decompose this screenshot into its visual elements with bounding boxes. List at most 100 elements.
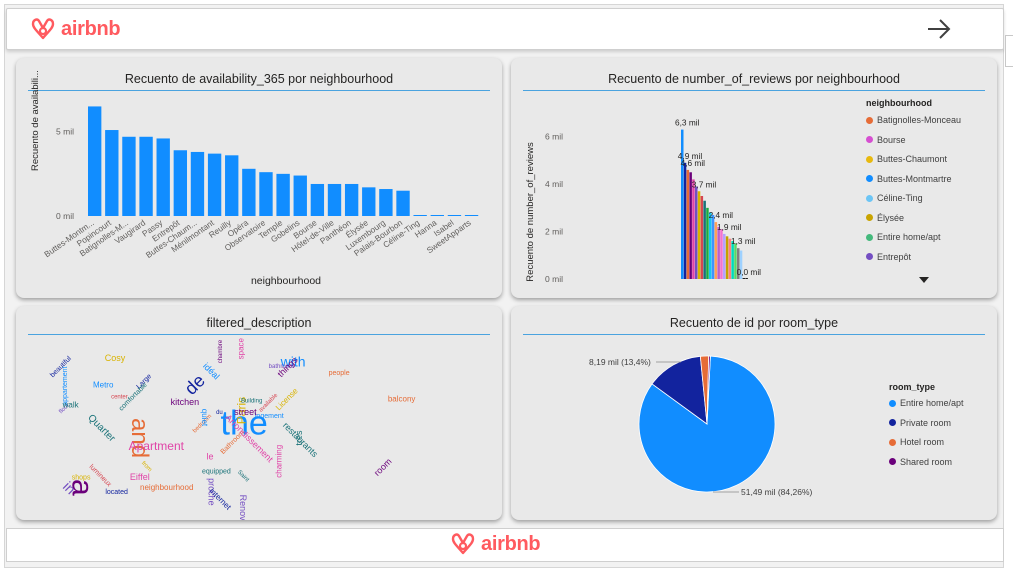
- legend-swatch: [866, 116, 873, 124]
- legend-item[interactable]: Entire home/apt: [866, 232, 941, 242]
- word-cloud-word[interactable]: Building: [241, 398, 262, 404]
- next-page-button[interactable]: [925, 15, 953, 43]
- bar[interactable]: [122, 136, 136, 216]
- word-cloud-word[interactable]: quiet: [200, 409, 209, 427]
- legend-item[interactable]: Élysée: [866, 213, 904, 223]
- bar[interactable]: [225, 155, 239, 216]
- legend-item[interactable]: Private room: [889, 418, 951, 428]
- word-cloud-word[interactable]: balcony: [388, 394, 416, 403]
- word-cloud-word[interactable]: space: [237, 337, 246, 359]
- legend-label: Entrepôt: [877, 251, 912, 262]
- data-label: 6,3 mil: [675, 118, 700, 128]
- airbnb-logo[interactable]: airbnb: [29, 16, 121, 42]
- legend-item[interactable]: Shared room: [889, 457, 952, 467]
- legend-label: Entire home/apt: [900, 398, 964, 408]
- word-cloud-word[interactable]: walk: [62, 401, 80, 410]
- word-cloud-word[interactable]: Apartment: [129, 439, 185, 453]
- bar[interactable]: [464, 215, 479, 216]
- airbnb-footer-logo[interactable]: airbnb: [449, 531, 541, 557]
- legend-item[interactable]: Buttes-Chaumont: [866, 154, 947, 164]
- bar[interactable]: [344, 183, 359, 216]
- word-cloud-word[interactable]: street: [234, 407, 257, 417]
- pie-label-entire-home: 51,49 mil (84,26%): [741, 487, 813, 497]
- bar[interactable]: [697, 191, 701, 279]
- legend-title: room_type: [889, 382, 936, 392]
- bar[interactable]: [139, 136, 153, 216]
- bar[interactable]: [745, 278, 748, 279]
- word-cloud-word[interactable]: chambre: [218, 339, 224, 363]
- legend-swatch: [889, 438, 896, 446]
- word-cloud-word[interactable]: restaurants: [281, 420, 320, 459]
- word-cloud-word[interactable]: Eiffel: [130, 472, 150, 482]
- bar[interactable]: [717, 226, 720, 279]
- bar[interactable]: [709, 212, 712, 279]
- word-cloud-word[interactable]: Renovated: [238, 495, 248, 520]
- legend-item[interactable]: Batignolles-Monceau: [866, 115, 961, 125]
- word-cloud-word[interactable]: people: [329, 370, 350, 377]
- word-cloud-word[interactable]: center: [111, 395, 128, 401]
- word-cloud-word[interactable]: Saint: [236, 469, 250, 483]
- bar[interactable]: [190, 151, 205, 216]
- legend-item[interactable]: Buttes-Montmartre: [866, 174, 952, 184]
- legend-item[interactable]: Bourse: [866, 135, 906, 145]
- bar[interactable]: [88, 106, 102, 216]
- legend-title: neighbourhood: [866, 98, 932, 108]
- bar[interactable]: [105, 130, 119, 216]
- legend-item[interactable]: Céline-Ting: [866, 193, 923, 203]
- y-tick-label: 0 mil: [545, 274, 563, 284]
- legend-item[interactable]: Hotel room: [889, 437, 944, 447]
- word-cloud-word[interactable]: charming: [275, 445, 284, 478]
- bar[interactable]: [276, 173, 290, 216]
- bar[interactable]: [413, 215, 427, 216]
- word-cloud-word[interactable]: License: [274, 386, 300, 412]
- bar[interactable]: [156, 138, 170, 216]
- bar[interactable]: [396, 190, 410, 216]
- bar[interactable]: [259, 172, 273, 216]
- word-cloud-word[interactable]: kitchen: [171, 397, 200, 407]
- word-cloud-word[interactable]: Metro: [93, 380, 114, 389]
- bar[interactable]: [242, 168, 256, 216]
- legend-scroll-down-icon[interactable]: [919, 276, 929, 284]
- word-cloud-word[interactable]: de: [181, 370, 209, 398]
- word-cloud-word[interactable]: Cosy: [105, 353, 126, 363]
- word-cloud-word[interactable]: le: [207, 451, 214, 461]
- word-cloud-word[interactable]: equipped: [202, 468, 231, 475]
- legend-item[interactable]: Entire home/apt: [889, 398, 964, 408]
- bar[interactable]: [711, 214, 715, 279]
- legend-item[interactable]: Entrepôt: [866, 252, 911, 262]
- bar[interactable]: [700, 196, 704, 279]
- bar[interactable]: [173, 150, 188, 216]
- bar[interactable]: [430, 215, 444, 216]
- bar[interactable]: [695, 186, 698, 279]
- bar[interactable]: [723, 233, 726, 279]
- word-cloud-word[interactable]: logement: [255, 413, 284, 420]
- bar[interactable]: [447, 215, 462, 216]
- bar[interactable]: [731, 241, 734, 279]
- word-cloud-word[interactable]: room: [372, 456, 394, 478]
- bar[interactable]: [720, 229, 723, 279]
- y-tick-label: 5 mil: [56, 127, 74, 137]
- bar[interactable]: [692, 179, 695, 279]
- bar[interactable]: [742, 278, 746, 279]
- legend-label: Élysée: [877, 212, 905, 223]
- word-cloud-word[interactable]: neighbourhood: [140, 483, 193, 492]
- word-cloud-word[interactable]: du: [216, 410, 223, 416]
- word-cloud-word[interactable]: Quarter: [85, 413, 117, 445]
- bar[interactable]: [327, 183, 342, 216]
- bar[interactable]: [686, 169, 690, 279]
- availability-chart-card: Recuento de availability_365 por neighbo…: [16, 58, 502, 298]
- word-cloud-word[interactable]: located: [105, 489, 128, 496]
- bar[interactable]: [379, 189, 393, 216]
- y-axis-title: Recuento de availabili...: [30, 70, 41, 171]
- bar[interactable]: [703, 200, 706, 279]
- bar[interactable]: [362, 187, 376, 216]
- bar[interactable]: [725, 236, 729, 279]
- bar[interactable]: [683, 162, 687, 279]
- word-cloud-word[interactable]: shops: [72, 474, 91, 481]
- bar[interactable]: [293, 175, 307, 216]
- bar[interactable]: [207, 153, 222, 216]
- legend-label: Private room: [900, 417, 952, 428]
- header-bar: airbnb: [6, 8, 1004, 50]
- data-label: 1,9 mil: [717, 222, 742, 232]
- bar[interactable]: [310, 183, 325, 216]
